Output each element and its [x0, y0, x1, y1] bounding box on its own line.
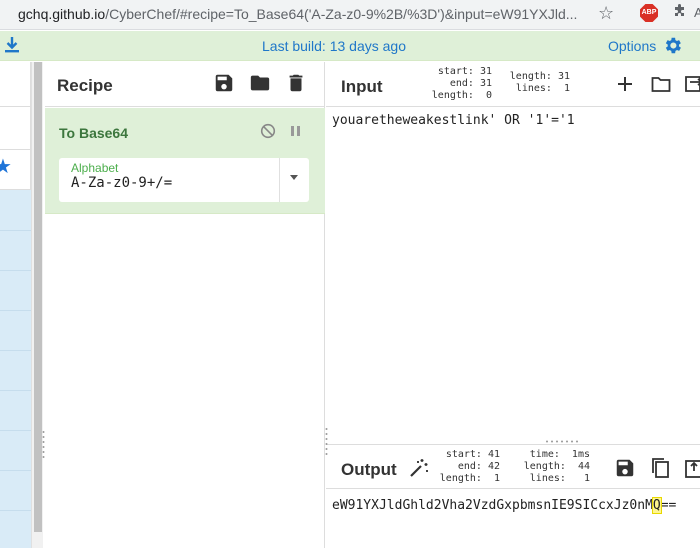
recipe-panel: Recipe To Base64 Alphabet A-Za-z0-9+/=: [45, 62, 325, 548]
browser-address-bar: gchq.github.io/CyberChef/#recipe=To_Base…: [0, 0, 700, 30]
url-path: /CyberChef/#recipe=To_Base64('A-Za-z0-9%…: [105, 6, 578, 22]
adblock-icon[interactable]: ABP: [640, 4, 658, 22]
operation-name: To Base64: [59, 125, 128, 141]
category-divider: [0, 390, 31, 391]
output-highlight: Q: [651, 497, 662, 514]
last-build-link[interactable]: Last build: 13 days ago: [262, 38, 406, 54]
open-file-icon[interactable]: [650, 73, 672, 95]
breakpoint-icon[interactable]: [290, 124, 302, 138]
category-divider: [0, 310, 31, 311]
alphabet-value: A-Za-z0-9+/=: [71, 175, 173, 191]
output-text-tail: ==: [660, 498, 677, 513]
output-text-main: eW91YXJldGhld2Vha2VzdGxpbmsnIE9SICcxJz0n…: [332, 498, 653, 513]
category-divider: [0, 510, 31, 511]
menu-more-icon[interactable]: A: [694, 5, 700, 20]
recipe-header: Recipe: [45, 62, 325, 107]
save-output-icon[interactable]: [614, 457, 636, 479]
alphabet-select[interactable]: Alphabet A-Za-z0-9+/=: [59, 158, 309, 202]
disable-operation-icon[interactable]: [260, 123, 276, 139]
chevron-down-icon[interactable]: [290, 175, 298, 180]
select-divider: [279, 158, 280, 202]
input-selection-stats: start: 31 end: 31 length: 0: [431, 66, 492, 101]
operations-search[interactable]: [0, 108, 31, 150]
magic-wand-icon[interactable]: [408, 457, 430, 479]
category-divider: [0, 230, 31, 231]
operations-panel: ★: [0, 62, 31, 548]
resize-grip-middle[interactable]: [325, 427, 328, 467]
replace-input-icon[interactable]: [684, 457, 700, 479]
download-icon[interactable]: [4, 36, 20, 54]
scrollbar-thumb[interactable]: [34, 62, 42, 532]
category-divider: [0, 270, 31, 271]
category-divider: [0, 430, 31, 431]
cyberchef-window: gchq.github.io/CyberChef/#recipe=To_Base…: [0, 0, 700, 548]
notification-banner: Last build: 13 days ago Options: [0, 31, 700, 61]
open-folder-icon[interactable]: [684, 73, 700, 95]
output-time-stats: time: 1ms length: 44 lines: 1: [523, 449, 590, 484]
extensions-icon[interactable]: [672, 3, 688, 24]
input-textarea[interactable]: youaretheweakestlink' OR '1'='1: [332, 113, 575, 128]
recipe-operation-to-base64[interactable]: To Base64 Alphabet A-Za-z0-9+/=: [45, 108, 325, 214]
operations-scrollbar[interactable]: [31, 62, 43, 548]
resize-grip-left[interactable]: [42, 430, 45, 460]
output-selection-stats: start: 41 end: 42 length: 1: [439, 449, 500, 484]
output-title: Output: [341, 460, 397, 479]
clear-recipe-icon[interactable]: [285, 72, 307, 94]
recipe-title: Recipe: [57, 76, 113, 95]
favourite-star-icon: ★: [0, 156, 12, 178]
url-host: gchq.github.io: [18, 6, 106, 22]
io-panel: Input start: 31 end: 31 length: 0 length…: [326, 62, 700, 548]
input-length-stats: length: 31 lines: 1: [509, 71, 570, 94]
gear-icon[interactable]: [662, 35, 683, 56]
url-field[interactable]: gchq.github.io/CyberChef/#recipe=To_Base…: [18, 6, 577, 22]
save-recipe-icon[interactable]: [213, 72, 235, 94]
copy-output-icon[interactable]: [650, 457, 672, 479]
add-tab-icon[interactable]: [614, 73, 636, 95]
output-text[interactable]: eW91YXJldGhld2Vha2VzdGxpbmsnIE9SICcxJz0n…: [332, 497, 677, 514]
input-title: Input: [341, 77, 383, 96]
output-header: Output start: 41 end: 42 length: 1 time:…: [326, 444, 700, 489]
alphabet-label: Alphabet: [71, 161, 119, 175]
category-divider: [0, 470, 31, 471]
load-recipe-icon[interactable]: [249, 72, 271, 94]
operations-header: [0, 62, 31, 107]
resize-grip-io[interactable]: [545, 440, 579, 443]
category-divider: [0, 350, 31, 351]
input-header: Input start: 31 end: 31 length: 0 length…: [326, 62, 700, 107]
options-link[interactable]: Options: [608, 38, 656, 54]
bookmark-star-icon[interactable]: ☆: [598, 3, 614, 24]
operation-categories: [0, 190, 31, 548]
